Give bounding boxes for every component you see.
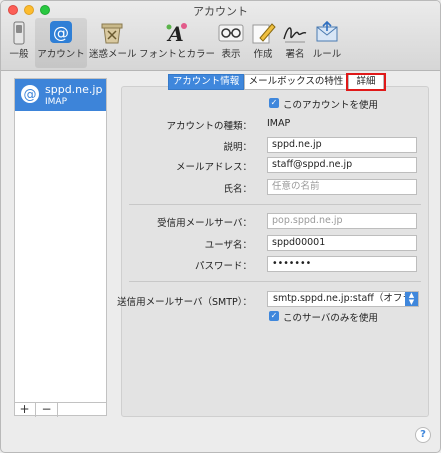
toolbar-compose[interactable]: 作成 xyxy=(249,18,277,68)
tab-account-info[interactable]: アカウント情報 xyxy=(168,74,244,90)
rules-icon xyxy=(316,21,338,42)
username-field[interactable]: sppd00001 xyxy=(267,235,417,251)
use-only-this-server-checkbox[interactable]: ✓ xyxy=(269,311,279,321)
account-type-label: アカウントの種類： xyxy=(166,121,252,132)
email-field[interactable]: staff@sppd.ne.jp xyxy=(267,157,417,173)
account-type-value: IMAP xyxy=(267,118,291,129)
toolbar-general[interactable]: 一般 xyxy=(5,18,33,68)
signature-icon xyxy=(283,27,307,43)
add-account-button[interactable]: + xyxy=(14,403,36,417)
glasses-icon xyxy=(218,24,244,42)
chevron-updown-icon: ▲ ▼ xyxy=(405,292,418,306)
incoming-server-label: 受信用メールサーバ： xyxy=(157,218,252,229)
use-only-this-server-label: このサーバのみを使用 xyxy=(283,313,378,324)
password-field[interactable]: ••••••• xyxy=(267,256,417,272)
account-name: sppd.ne.jp xyxy=(45,83,103,96)
remove-account-button[interactable]: − xyxy=(36,403,58,417)
toolbar-view[interactable]: 表示 xyxy=(217,18,245,68)
smtp-server-value: smtp.sppd.ne.jp:staff（オフライン） xyxy=(273,293,418,304)
account-list-buttons: + − xyxy=(14,402,107,417)
account-type: IMAP xyxy=(45,97,68,107)
account-list-item[interactable]: @ sppd.ne.jp IMAP xyxy=(15,79,106,111)
font-icon: A xyxy=(166,22,187,45)
password-label: パスワード： xyxy=(194,261,252,272)
preferences-window: アカウント 一般 @ アカウント 迷惑メール A フォントとカラー 表示 作成 … xyxy=(0,0,441,453)
svg-text:@: @ xyxy=(24,88,37,103)
pencil-icon xyxy=(252,23,276,44)
section-divider xyxy=(129,204,421,205)
toolbar-fonts-colors[interactable]: A フォントとカラー xyxy=(139,18,215,68)
smtp-server-label: 送信用メールサーバ（SMTP）： xyxy=(117,297,252,308)
description-label: 説明： xyxy=(223,142,252,153)
title-bar: アカウント 一般 @ アカウント 迷惑メール A フォントとカラー 表示 作成 … xyxy=(1,1,440,71)
window-title: アカウント xyxy=(193,5,248,18)
svg-text:@: @ xyxy=(53,23,69,42)
section-divider xyxy=(129,281,421,282)
username-label: ユーザ名： xyxy=(204,240,252,251)
help-button[interactable]: ? xyxy=(415,427,431,443)
fullname-label: 氏名： xyxy=(223,184,252,195)
description-field[interactable]: sppd.ne.jp xyxy=(267,137,417,153)
tab-mailbox-behaviors[interactable]: メールボックスの特性 xyxy=(244,74,348,90)
at-icon: @ xyxy=(50,21,72,43)
junk-icon xyxy=(101,23,123,44)
smtp-server-select[interactable]: smtp.sppd.ne.jp:staff（オフライン） ▲▼ xyxy=(267,291,419,307)
toolbar-rules[interactable]: ルール xyxy=(311,18,343,68)
toolbar-junk[interactable]: 迷惑メール xyxy=(89,18,137,68)
fullname-field[interactable]: 任意の名前 xyxy=(267,179,417,195)
toolbar-accounts[interactable]: @ アカウント xyxy=(35,18,87,68)
incoming-server-field[interactable]: pop.sppd.ne.jp xyxy=(267,213,417,229)
account-list: @ sppd.ne.jp IMAP xyxy=(14,78,107,416)
enable-account-label: このアカウントを使用 xyxy=(283,100,379,111)
account-settings-panel xyxy=(121,86,429,417)
toolbar-signatures[interactable]: 署名 xyxy=(281,18,309,68)
highlight-box xyxy=(346,73,386,91)
enable-account-checkbox[interactable]: ✓ xyxy=(269,98,279,108)
at-icon: @ xyxy=(21,85,39,103)
email-label: メールアドレス： xyxy=(175,162,252,173)
switch-icon xyxy=(13,21,25,45)
toolbar: 一般 @ アカウント 迷惑メール A フォントとカラー 表示 作成 署名 ルール xyxy=(1,18,440,70)
